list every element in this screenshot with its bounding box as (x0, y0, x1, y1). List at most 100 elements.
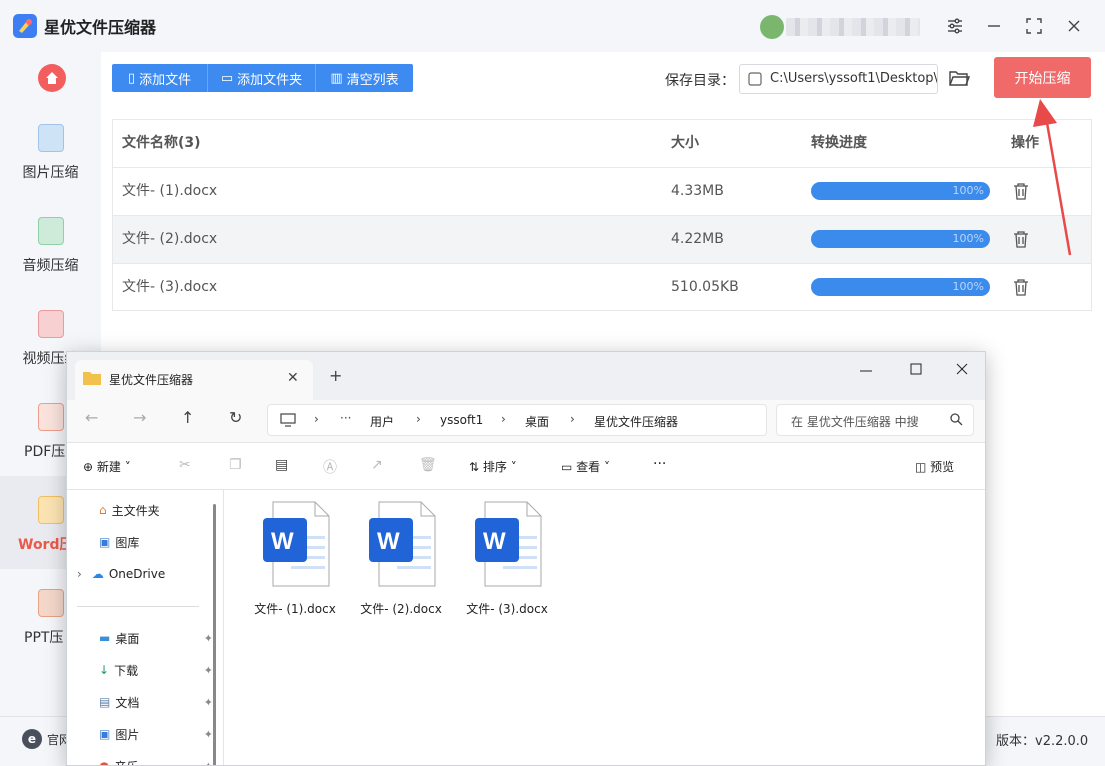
file-icon: ▯ (127, 70, 136, 86)
delete-icon[interactable] (1013, 182, 1029, 200)
file-name: 文件- (3).docx (122, 279, 218, 295)
settings-icon[interactable] (943, 14, 967, 38)
progress-bar: 100% (811, 230, 990, 248)
file-toolbar: ▯ 添加文件 ▭ 添加文件夹 ▥ 清空列表 (112, 64, 413, 92)
sort-button[interactable]: ⇅ 排序 ˅ (469, 458, 517, 475)
col-progress-header: 转换进度 (811, 135, 867, 151)
breadcrumb-item[interactable]: 桌面 (525, 413, 549, 430)
svg-text:W: W (271, 528, 294, 555)
file-name: 文件- (1).docx (254, 602, 336, 616)
home-icon: ⌂ (99, 503, 107, 517)
download-icon: ↓ (99, 663, 110, 677)
rename-icon[interactable]: Ⓐ (323, 457, 337, 477)
file-explorer-window: 星优文件压缩器 ✕ + ← → ↑ ↻ › ··· 用户 › yssoft1 ›… (66, 351, 986, 766)
cloud-icon: ☁ (91, 567, 104, 581)
address-bar[interactable]: › ··· 用户 › yssoft1 › 桌面 › 星优文件压缩器 (267, 404, 767, 436)
annotation-arrow (1033, 99, 1072, 256)
nav-documents[interactable]: ▤ 文档 ✦ (67, 686, 217, 718)
nav-scrollbar[interactable] (213, 504, 216, 765)
sidebar-item-label: 音频压缩 (22, 258, 79, 274)
add-folder-button[interactable]: ▭ 添加文件夹 (208, 64, 316, 92)
home-button[interactable] (38, 64, 66, 92)
maximize-icon[interactable] (1022, 14, 1046, 38)
view-button[interactable]: ▭ 查看 ˅ (561, 458, 610, 475)
chevron-right-icon: › (570, 412, 575, 426)
close-icon[interactable] (955, 362, 969, 376)
pin-icon: ✦ (203, 696, 213, 709)
pin-icon: ✦ (203, 632, 213, 645)
gallery-icon: ▣ (99, 535, 111, 549)
nav-downloads[interactable]: ↓ 下载 ✦ (67, 654, 217, 686)
pdf-icon (38, 403, 64, 431)
refresh-icon[interactable]: ↻ (229, 408, 242, 427)
nav-desktop[interactable]: ▬ 桌面 ✦ (67, 622, 217, 654)
file-table: 文件名称(3) 大小 转换进度 操作 文件- (1).docx 4.33MB 1… (112, 119, 1092, 311)
ppt-icon (38, 589, 64, 617)
version-label: 版本：v2.2.0.0 (996, 734, 1089, 749)
share-icon[interactable]: ↗ (371, 457, 383, 473)
close-icon[interactable] (1062, 14, 1086, 38)
up-icon[interactable]: ↑ (181, 408, 194, 427)
cut-icon[interactable]: ✂ (179, 457, 191, 473)
chevron-right-icon: › (501, 412, 506, 426)
preview-button[interactable]: ◫ 预览 (915, 458, 954, 475)
explorer-tab[interactable]: 星优文件压缩器 ✕ (75, 360, 313, 400)
file-name: 文件- (1).docx (122, 183, 218, 199)
explorer-nav-pane: ⌂ 主文件夹 ▣ 图库 › ☁ OneDrive ▬ 桌面 ✦ ↓ 下载 ✦ ▤ 文档 ✦ ▣ 图片 ✦… (67, 490, 224, 765)
file-item[interactable]: W 文件- (3).docx (457, 500, 557, 630)
computer-icon (280, 413, 296, 427)
breadcrumb-item[interactable]: 星优文件压缩器 (594, 413, 678, 430)
image-icon (38, 124, 64, 152)
new-button[interactable]: ⊕ 新建 ˅ (83, 458, 131, 475)
word-doc-icon: W (475, 501, 542, 587)
nav-music[interactable]: ●音乐✦ (67, 750, 217, 765)
start-compress-button[interactable]: 开始压缩 (994, 57, 1091, 98)
file-item[interactable]: W 文件- (2).docx (351, 500, 451, 630)
nav-onedrive[interactable]: › ☁ OneDrive (67, 558, 217, 590)
website-icon[interactable]: e (22, 729, 42, 749)
file-name: 文件- (3).docx (466, 602, 548, 616)
search-icon (949, 412, 963, 426)
new-tab-icon[interactable]: + (329, 366, 342, 385)
file-size: 510.05KB (671, 279, 739, 295)
forward-icon[interactable]: → (133, 408, 146, 427)
nav-home[interactable]: ⌂ 主文件夹 (67, 494, 217, 526)
folder-icon (83, 370, 101, 385)
copy-icon[interactable]: ❐ (229, 457, 242, 473)
trash-icon: ▥ (330, 70, 343, 86)
search-input[interactable]: 在 星优文件压缩器 中搜 (776, 404, 974, 436)
minimize-icon[interactable] (859, 364, 873, 378)
delete-icon[interactable]: 🗑 (419, 457, 437, 473)
sidebar-item-audio[interactable]: 音频压缩 (0, 197, 101, 290)
table-row[interactable]: 文件- (1).docx 4.33MB 100% (113, 167, 1091, 215)
more-options-icon[interactable]: ··· (653, 456, 666, 472)
minimize-icon[interactable] (982, 14, 1006, 38)
back-icon[interactable]: ← (85, 408, 98, 427)
table-row[interactable]: 文件- (2).docx 4.22MB 100% (113, 215, 1091, 263)
sidebar-item-image[interactable]: 图片压缩 (0, 104, 101, 197)
nav-divider (77, 606, 199, 607)
delete-icon[interactable] (1013, 230, 1029, 248)
paste-icon[interactable]: ▤ (275, 457, 288, 473)
copy-icon[interactable] (748, 72, 762, 86)
more-path-icon[interactable]: ··· (340, 411, 351, 425)
folder-open-icon[interactable] (948, 68, 970, 88)
pin-icon: ✦ (203, 664, 213, 677)
maximize-icon[interactable] (909, 362, 923, 376)
sidebar-item-label: 图片压缩 (22, 165, 79, 181)
document-icon: ▤ (99, 695, 111, 709)
breadcrumb-item[interactable]: yssoft1 (440, 413, 483, 427)
file-item[interactable]: W 文件- (1).docx (245, 500, 345, 630)
delete-icon[interactable] (1013, 278, 1029, 296)
nav-gallery[interactable]: ▣ 图库 (67, 526, 217, 558)
table-row[interactable]: 文件- (3).docx 510.05KB 100% (113, 263, 1091, 311)
avatar[interactable] (760, 15, 784, 39)
username-blurred (786, 18, 920, 36)
save-path-input[interactable]: C:\Users\yssoft1\Desktop\星 (739, 64, 938, 94)
clear-list-button[interactable]: ▥ 清空列表 (316, 64, 413, 92)
nav-pictures[interactable]: ▣ 图片 ✦ (67, 718, 217, 750)
add-file-button[interactable]: ▯ 添加文件 (112, 64, 208, 92)
breadcrumb-item[interactable]: 用户 (370, 413, 394, 430)
tab-close-icon[interactable]: ✕ (287, 370, 299, 386)
word-doc-icon: W (263, 501, 330, 587)
